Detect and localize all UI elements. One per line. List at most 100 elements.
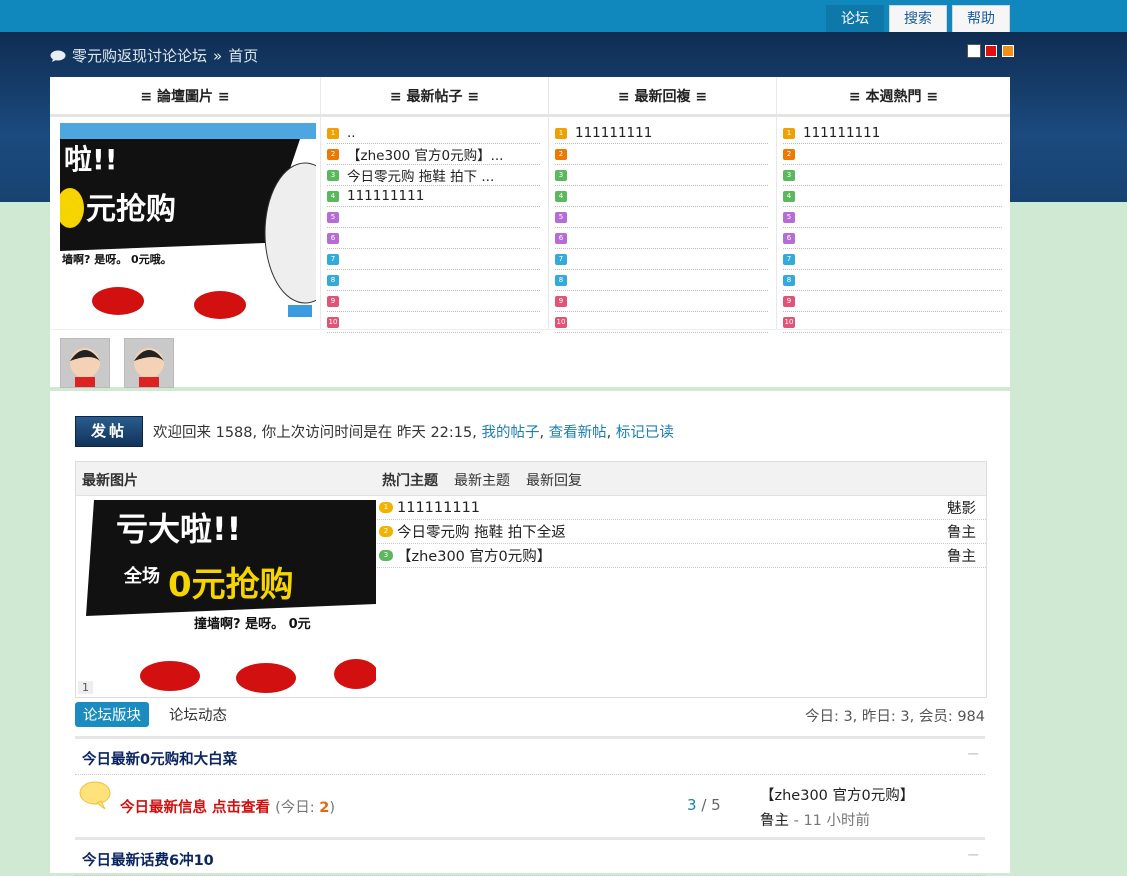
forum-picture[interactable]: 啦!! 元抢购 墙啊? 是呀。 0元哦。 [60,123,316,321]
post-title[interactable]: .. [347,125,356,141]
rank-badge: 5 [555,211,567,223]
list-item: 10 [555,312,768,333]
tab-forum-boards[interactable]: 论坛版块 [75,702,149,727]
collapse-icon[interactable]: − [967,845,980,864]
section-header: 今日最新0元购和大白菜 − [75,736,985,775]
rank-badge: 4 [783,190,795,202]
breadcrumb-home[interactable]: 首页 [228,45,258,66]
picture-caption-top: 啦!! [64,143,118,176]
avatar[interactable] [60,338,110,388]
rank-badge: 5 [327,211,339,223]
header-latest-replies: ≡ 最新回複 ≡ [549,77,777,114]
style-switcher [967,44,1014,58]
list-item: 6 [327,228,540,249]
avatar[interactable] [124,338,174,388]
topic-title[interactable]: 今日零元购 拖鞋 拍下全返 [397,521,947,542]
forum-link[interactable]: 今日最新信息 点击查看 [120,800,270,816]
rank-badge: 10 [555,316,567,328]
list-item: 10 [327,312,540,333]
forum-name[interactable]: 今日最新信息 点击查看 (今日: 2) [120,796,335,817]
list-item: 2 [783,144,1002,165]
new-post-button[interactable]: 发帖 [75,416,143,447]
topic-icon: 3 [379,550,393,561]
list-item: 7 [783,249,1002,270]
hot-title[interactable]: 111111111 [803,125,880,141]
rank-badge: 5 [783,211,795,223]
breadcrumb-site[interactable]: 零元购返现讨论论坛 [72,45,207,66]
rank-badge: 6 [783,232,795,244]
list-item: 7 [555,249,768,270]
list-item: 5 [327,207,540,228]
list-item[interactable]: 3 今日零元购 拖鞋 拍下 ... [327,165,540,186]
last-post-title[interactable]: 【zhe300 官方0元购】 [760,784,914,805]
rank-badge: 1 [327,127,339,139]
tab-latest-replies[interactable]: 最新回复 [526,470,582,490]
table-row[interactable]: 1 111111111 魅影 [377,496,986,520]
swatch-white[interactable] [967,44,981,58]
forum-tabs: 论坛版块 论坛动态 [75,702,235,727]
picture-text-big: 亏大啦!! [116,510,241,548]
tab-latest-topics[interactable]: 最新主题 [454,470,510,490]
tab-forum-activity[interactable]: 论坛动态 [161,702,235,727]
topic-title[interactable]: 111111111 [397,500,947,516]
rank-badge: 8 [555,274,567,286]
header-latest-posts: ≡ 最新帖子 ≡ [321,77,549,114]
view-new-posts-link[interactable]: 查看新帖 [549,425,607,441]
my-posts-link[interactable]: 我的帖子 [481,425,539,441]
today-label: (今日: [275,800,315,816]
post-title[interactable]: 【zhe300 官方0元购】... [347,144,503,164]
breadcrumb-separator: » [213,46,223,65]
table-row[interactable]: 2 今日零元购 拖鞋 拍下全返 鲁主 [377,520,986,544]
swatch-red[interactable] [985,45,997,57]
rank-badge: 10 [327,316,339,328]
list-item: 10 [783,312,1002,333]
topic-title[interactable]: 【zhe300 官方0元购】 [397,545,947,566]
header-weekly-hot: ≡ 本週熱門 ≡ [848,89,939,105]
rank-badge: 4 [327,190,339,202]
tab-help[interactable]: 帮助 [952,5,1010,32]
rank-badge: 8 [783,274,795,286]
list-item[interactable]: 1.. [327,123,540,144]
post-title[interactable]: 111111111 [347,188,424,204]
picture-index[interactable]: 1 [78,681,93,694]
main-content: 发帖 欢迎回来 1588, 你上次访问时间是在 昨天 22:15, 我的帖子, … [50,391,1010,876]
thread-count: 3 [687,796,697,814]
list-item: 4 [555,186,768,207]
list-item[interactable]: 2 【zhe300 官方0元购】... [327,144,540,165]
last-post-separator: - [793,813,799,829]
tab-search[interactable]: 搜索 [889,5,947,32]
rank-badge: 7 [783,253,795,265]
table-row[interactable]: 3 【zhe300 官方0元购】 鲁主 [377,544,986,568]
latest-replies-list: 1 111111111 2 3 4 5 6 7 8 9 10 [549,117,777,333]
picture-text-low: 撞墙啊? 是呀。 0元 [194,616,311,632]
list-item: 6 [555,228,768,249]
mark-read-link[interactable]: 标记已读 [616,425,674,441]
reply-title[interactable]: 111111111 [575,125,652,141]
list-item[interactable]: 1 111111111 [783,123,1002,144]
list-item[interactable]: 4 111111111 [327,186,540,207]
swatch-orange[interactable] [1002,45,1014,57]
list-item: 4 [783,186,1002,207]
collapse-icon[interactable]: − [967,744,980,763]
topic-author[interactable]: 鲁主 [947,545,976,566]
section-title[interactable]: 今日最新话费6冲10 [82,849,214,870]
last-post-user[interactable]: 鲁主 [760,813,789,829]
section-title[interactable]: 今日最新0元购和大白菜 [82,748,237,769]
forum-today: (今日: 2) [275,800,335,816]
topic-author[interactable]: 鲁主 [947,521,976,542]
rank-badge: 2 [555,148,567,160]
topic-author[interactable]: 魅影 [947,497,976,518]
today-count: 2 [319,800,330,816]
post-title[interactable]: 今日零元购 拖鞋 拍下 ... [347,165,494,185]
rank-badge: 10 [783,316,795,328]
promo-image-large: 亏大啦!! 全场 0元抢购 撞墙啊? 是呀。 0元 [76,496,376,696]
list-item[interactable]: 1 111111111 [555,123,768,144]
list-item: 5 [555,207,768,228]
hot-topic-list: 1 111111111 魅影 2 今日零元购 拖鞋 拍下全返 鲁主 3 【zhe… [377,496,986,568]
tab-hot-topics[interactable]: 热门主题 [382,470,438,490]
tab-forum[interactable]: 论坛 [826,5,884,32]
rank-badge: 7 [555,253,567,265]
latest-picture[interactable]: 亏大啦!! 全场 0元抢购 撞墙啊? 是呀。 0元 1 [76,496,376,696]
last-post-time: 11 小时前 [803,813,871,829]
latest-box: 最新图片 热门主题 最新主题 最新回复 亏大啦!! 全场 0元抢购 撞墙啊? 是… [75,461,987,698]
